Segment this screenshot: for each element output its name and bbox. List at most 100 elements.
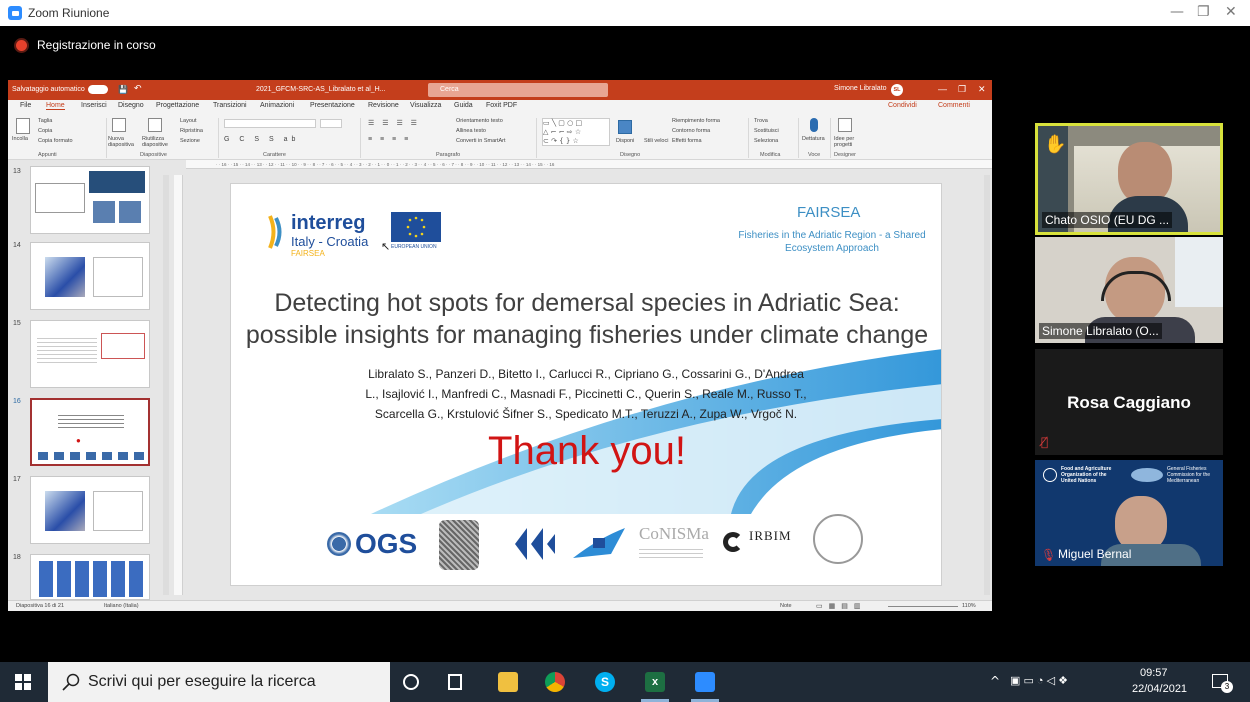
language-status[interactable]: Italiano (Italia) bbox=[104, 603, 139, 609]
menu-transizioni[interactable]: Transizioni bbox=[213, 102, 247, 109]
reset-button[interactable]: Ripristina bbox=[180, 128, 203, 134]
ppt-close-button[interactable]: ✕ bbox=[978, 84, 986, 95]
taskbar-search-box[interactable]: Scrivi qui per eseguire la ricerca bbox=[48, 662, 390, 702]
new-slide-label[interactable]: Nuova diapositiva bbox=[108, 136, 138, 148]
tray-icons[interactable]: ▣ ▭ ◔ ◁ ❖ bbox=[1010, 674, 1068, 687]
section-button[interactable]: Sezione bbox=[180, 138, 200, 144]
shape-outline-button[interactable]: Contorno forma bbox=[672, 128, 710, 134]
participant-tile-simone[interactable]: Simone Libralato (O... bbox=[1035, 237, 1223, 343]
search-icon bbox=[62, 673, 80, 691]
zoom-level[interactable]: 110% bbox=[962, 603, 976, 609]
select-button[interactable]: Seleziona bbox=[754, 138, 778, 144]
copy-button[interactable]: Copia bbox=[38, 128, 52, 134]
ppt-minimize-button[interactable]: — bbox=[938, 84, 947, 94]
reuse-slides-label[interactable]: Riutilizza diapositive bbox=[142, 136, 174, 148]
thumb-textbox bbox=[93, 491, 143, 531]
find-button[interactable]: Trova bbox=[754, 118, 768, 124]
microphone-icon[interactable] bbox=[810, 118, 818, 132]
slide-thumbnail-18[interactable] bbox=[30, 554, 150, 600]
menu-guida[interactable]: Guida bbox=[454, 102, 473, 109]
zoom-slider[interactable] bbox=[888, 606, 958, 607]
university-seal-2-icon bbox=[813, 514, 863, 564]
ogs-logo-icon bbox=[327, 532, 351, 556]
cortana-icon[interactable] bbox=[403, 674, 419, 690]
paste-label[interactable]: Incolla bbox=[12, 136, 28, 142]
save-icon[interactable]: 💾 bbox=[118, 85, 128, 94]
notes-button[interactable]: Note bbox=[780, 603, 792, 609]
shape-effects-button[interactable]: Effetti forma bbox=[672, 138, 702, 144]
slide-thumbnail-14[interactable] bbox=[30, 242, 150, 310]
font-format-buttons[interactable]: G C S S ab bbox=[224, 136, 299, 143]
skype-icon[interactable]: S bbox=[595, 672, 615, 692]
participant-tile-chato[interactable]: ✋ Chato OSIO (EU DG ... bbox=[1035, 123, 1223, 235]
excel-icon[interactable]: x bbox=[645, 672, 665, 692]
participant-name: Simone Libralato (O... bbox=[1039, 323, 1162, 339]
editor-scrollbar[interactable] bbox=[984, 175, 990, 595]
clock-time[interactable]: 09:57 bbox=[1140, 667, 1168, 679]
maximize-button[interactable]: ❐ bbox=[1197, 4, 1210, 20]
share-button[interactable]: Condividi bbox=[888, 102, 917, 109]
thumbnails-scrollbar[interactable] bbox=[163, 175, 169, 595]
menu-animazioni[interactable]: Animazioni bbox=[260, 102, 294, 109]
slide-thumbnail-13[interactable] bbox=[30, 166, 150, 234]
task-view-icon[interactable] bbox=[448, 674, 462, 690]
comments-button[interactable]: Commenti bbox=[938, 102, 970, 109]
close-button[interactable]: ✕ bbox=[1225, 4, 1237, 20]
text-direction-button[interactable]: Orientamento testo bbox=[456, 118, 503, 124]
menu-file[interactable]: File bbox=[20, 102, 31, 109]
menu-presentazione[interactable]: Presentazione bbox=[310, 102, 355, 109]
chrome-icon[interactable] bbox=[545, 672, 565, 692]
thumb-text bbox=[58, 412, 124, 428]
minimize-button[interactable]: — bbox=[1170, 4, 1184, 20]
tray-overflow-icon[interactable]: ^ bbox=[990, 674, 1000, 688]
replace-button[interactable]: Sostituisci bbox=[754, 128, 779, 134]
zoom-app-icon[interactable] bbox=[695, 672, 715, 692]
dictation-label[interactable]: Dettatura bbox=[802, 136, 825, 142]
menu-progettazione[interactable]: Progettazione bbox=[156, 102, 199, 109]
menu-revisione[interactable]: Revisione bbox=[368, 102, 399, 109]
slide-thumbnail-17[interactable] bbox=[30, 476, 150, 544]
menu-visualizza[interactable]: Visualizza bbox=[410, 102, 441, 109]
align-buttons[interactable]: ≡ ≡ ≡ ≡ bbox=[368, 136, 411, 143]
recording-indicator[interactable]: Registrazione in corso bbox=[16, 38, 156, 52]
notifications-icon[interactable]: 3 bbox=[1212, 674, 1233, 693]
undo-icon[interactable]: ↶ bbox=[134, 84, 142, 94]
designer-icon[interactable] bbox=[838, 118, 852, 132]
authors-line-2: L., Isajlović I., Manfredi C., Masnadi F… bbox=[365, 387, 807, 401]
zoom-logo-icon bbox=[8, 6, 22, 20]
menu-disegno[interactable]: Disegno bbox=[118, 102, 144, 109]
menu-home[interactable]: Home bbox=[46, 102, 65, 110]
paste-icon[interactable] bbox=[16, 118, 30, 134]
designer-ideas-label[interactable]: Idee per progetti bbox=[834, 136, 860, 148]
quick-styles-label[interactable]: Stili veloci bbox=[644, 138, 668, 144]
view-buttons[interactable]: ▭▦▤▥ bbox=[816, 602, 866, 610]
participant-tile-rosa[interactable]: Rosa Caggiano 🎙̸ bbox=[1035, 349, 1223, 455]
ppt-user-avatar[interactable]: SL bbox=[891, 84, 903, 96]
layout-button[interactable]: Layout bbox=[180, 118, 197, 124]
arrange-label[interactable]: Disponi bbox=[616, 138, 634, 144]
file-explorer-icon[interactable] bbox=[498, 672, 518, 692]
list-buttons[interactable]: ☰ ☰ ☰ ☰ bbox=[368, 119, 420, 127]
menu-foxit[interactable]: Foxit PDF bbox=[486, 102, 517, 109]
smartart-button[interactable]: Converti in SmartArt bbox=[456, 138, 506, 144]
ppt-search-box[interactable]: Cerca bbox=[428, 83, 608, 97]
reuse-slides-icon[interactable] bbox=[148, 118, 162, 132]
align-text-button[interactable]: Allinea testo bbox=[456, 128, 486, 134]
arrange-icon[interactable] bbox=[618, 120, 632, 134]
ppt-restore-button[interactable]: ❐ bbox=[958, 84, 966, 95]
clock-date[interactable]: 22/04/2021 bbox=[1132, 683, 1187, 695]
shapes-gallery[interactable]: ▭ ╲ ▢ ○ □ △ ⌐ ⌐ ⇨ ☆ ⊂ ↷ { } ☆ bbox=[542, 118, 610, 146]
participant-tile-miguel[interactable]: Food and Agriculture Organization of the… bbox=[1035, 460, 1223, 566]
font-name-box[interactable] bbox=[224, 119, 316, 128]
slide-thumbnail-16-selected[interactable]: ● bbox=[30, 398, 150, 466]
slide-thumbnail-15[interactable] bbox=[30, 320, 150, 388]
participant-name: Miguel Bernal bbox=[1058, 547, 1132, 561]
new-slide-icon[interactable] bbox=[112, 118, 126, 132]
font-size-box[interactable] bbox=[320, 119, 342, 128]
windows-start-icon[interactable] bbox=[15, 674, 31, 690]
cut-button[interactable]: Taglia bbox=[38, 118, 52, 124]
menu-inserisci[interactable]: Inserisci bbox=[81, 102, 107, 109]
format-painter-button[interactable]: Copia formato bbox=[38, 138, 73, 144]
autosave-toggle[interactable] bbox=[88, 85, 108, 94]
shape-fill-button[interactable]: Riempimento forma bbox=[672, 118, 720, 124]
